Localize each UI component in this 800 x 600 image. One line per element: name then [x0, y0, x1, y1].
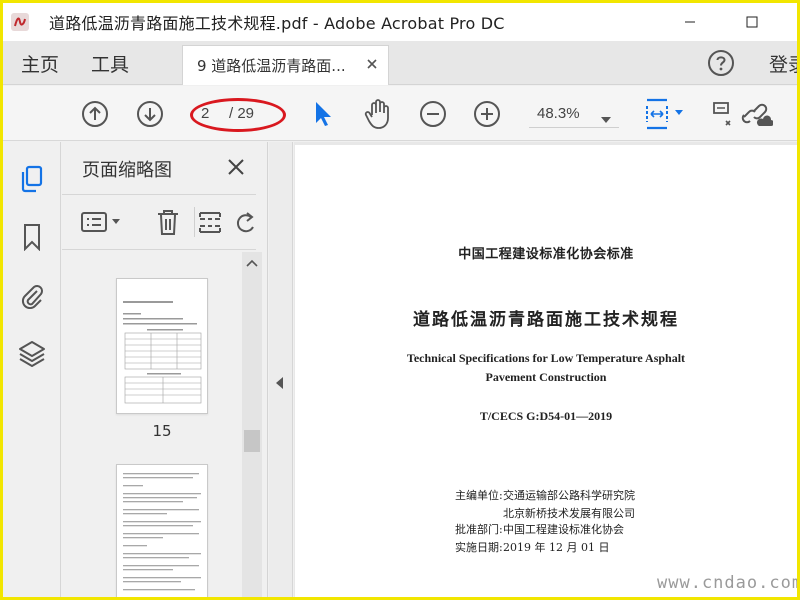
editor-unit-2: 北京新桥技术发展有限公司 [503, 507, 635, 520]
document-code: T/CECS G:D54-01—2019 [479, 409, 613, 423]
chevron-up-icon[interactable] [242, 256, 262, 270]
zoom-in-icon[interactable] [472, 99, 502, 129]
left-navigation-rail [3, 142, 61, 597]
page-thumbnail[interactable] [116, 278, 208, 414]
rotate-page-icon[interactable] [234, 205, 258, 239]
panel-toolbar [62, 195, 256, 249]
thumbnail-scrollbar[interactable] [242, 252, 262, 597]
thumbnail-options-icon[interactable] [80, 205, 124, 239]
page-thumbnail[interactable] [116, 464, 208, 597]
page-thumbnails-icon[interactable] [17, 164, 47, 194]
tab-tools[interactable]: 工具 [91, 41, 129, 85]
site-watermark: www.cndao.com [657, 573, 800, 593]
editor-unit-1: 交通运输部公路科学研究院 [503, 489, 635, 502]
attachments-icon[interactable] [17, 280, 47, 310]
zoom-out-icon[interactable] [418, 99, 448, 129]
bookmarks-icon[interactable] [17, 222, 47, 252]
tab-document[interactable]: 9 道路低温沥青路面... [182, 45, 389, 85]
delete-page-icon[interactable] [154, 205, 182, 239]
select-cursor-icon[interactable] [309, 98, 337, 130]
panel-divider [62, 249, 256, 250]
document-title-en-line2: Pavement Construction [485, 370, 607, 384]
page-number-input[interactable] [201, 103, 223, 123]
panel-title: 页面缩略图 [82, 160, 172, 181]
previous-page-icon[interactable] [80, 99, 110, 129]
thumbnail-page-number: 15 [152, 422, 172, 440]
document-org: 中国工程建设标准化协会标准 [458, 247, 634, 262]
date-label: 实施日期: [455, 541, 503, 554]
next-page-icon[interactable] [135, 99, 165, 129]
title-bar: 道路低温沥青路面施工技术规程.pdf - Adobe Acrobat Pro D… [3, 3, 797, 41]
chevron-down-icon [601, 109, 611, 128]
help-icon[interactable] [707, 49, 735, 77]
login-link[interactable]: 登录 [769, 41, 797, 85]
thumbnail-list: 15 [62, 252, 242, 597]
layers-icon[interactable] [17, 338, 47, 368]
document-title: 道路低温沥青路面施工技术规程 [413, 310, 679, 330]
comment-tool-icon[interactable] [711, 98, 735, 130]
acrobat-app-icon [9, 11, 31, 33]
fit-page-icon[interactable] [643, 96, 687, 132]
document-view[interactable]: 中国工程建设标准化协会标准 道路低温沥青路面施工技术规程 Technical S… [294, 142, 797, 597]
main-toolbar: / 29 48.3% [3, 86, 797, 141]
page-total: / 29 [229, 105, 255, 122]
tab-bar: 主页 工具 9 道路低温沥青路面... [3, 41, 797, 85]
approval-unit: 中国工程建设标准化协会 [503, 523, 624, 536]
minimize-button[interactable] [667, 3, 713, 41]
scrollbar-thumb[interactable] [244, 430, 260, 452]
extract-pages-icon[interactable] [196, 205, 224, 239]
approval-label: 批准部门: [455, 523, 503, 536]
panel-toolbar-divider [194, 207, 195, 237]
screen-frame: 道路低温沥青路面施工技术规程.pdf - Adobe Acrobat Pro D… [0, 0, 800, 600]
hand-tool-icon[interactable] [362, 97, 394, 131]
close-tab-icon[interactable] [364, 56, 380, 72]
implementation-date: 2019 年 12 月 01 日 [503, 541, 610, 554]
chevron-left-icon [276, 374, 284, 393]
window-title: 道路低温沥青路面施工技术规程.pdf - Adobe Acrobat Pro D… [49, 14, 505, 33]
tab-home[interactable]: 主页 [21, 41, 59, 85]
link-cloud-icon[interactable] [739, 98, 773, 130]
zoom-dropdown[interactable]: 48.3% [529, 100, 619, 128]
document-title-en-line1: Technical Specifications for Low Tempera… [406, 351, 686, 365]
editor-label: 主编单位: [455, 489, 503, 502]
pdf-page: 中国工程建设标准化协会标准 道路低温沥青路面施工技术规程 Technical S… [295, 145, 797, 597]
zoom-value: 48.3% [537, 105, 580, 122]
maximize-button[interactable] [729, 3, 775, 41]
close-panel-icon[interactable] [225, 156, 247, 178]
collapse-panel-handle[interactable] [269, 142, 293, 597]
document-tab-label: 9 道路低温沥青路面... [197, 57, 346, 75]
thumbnails-panel: 页面缩略图 15 [62, 142, 268, 597]
page-number-box: / 29 [193, 100, 281, 128]
